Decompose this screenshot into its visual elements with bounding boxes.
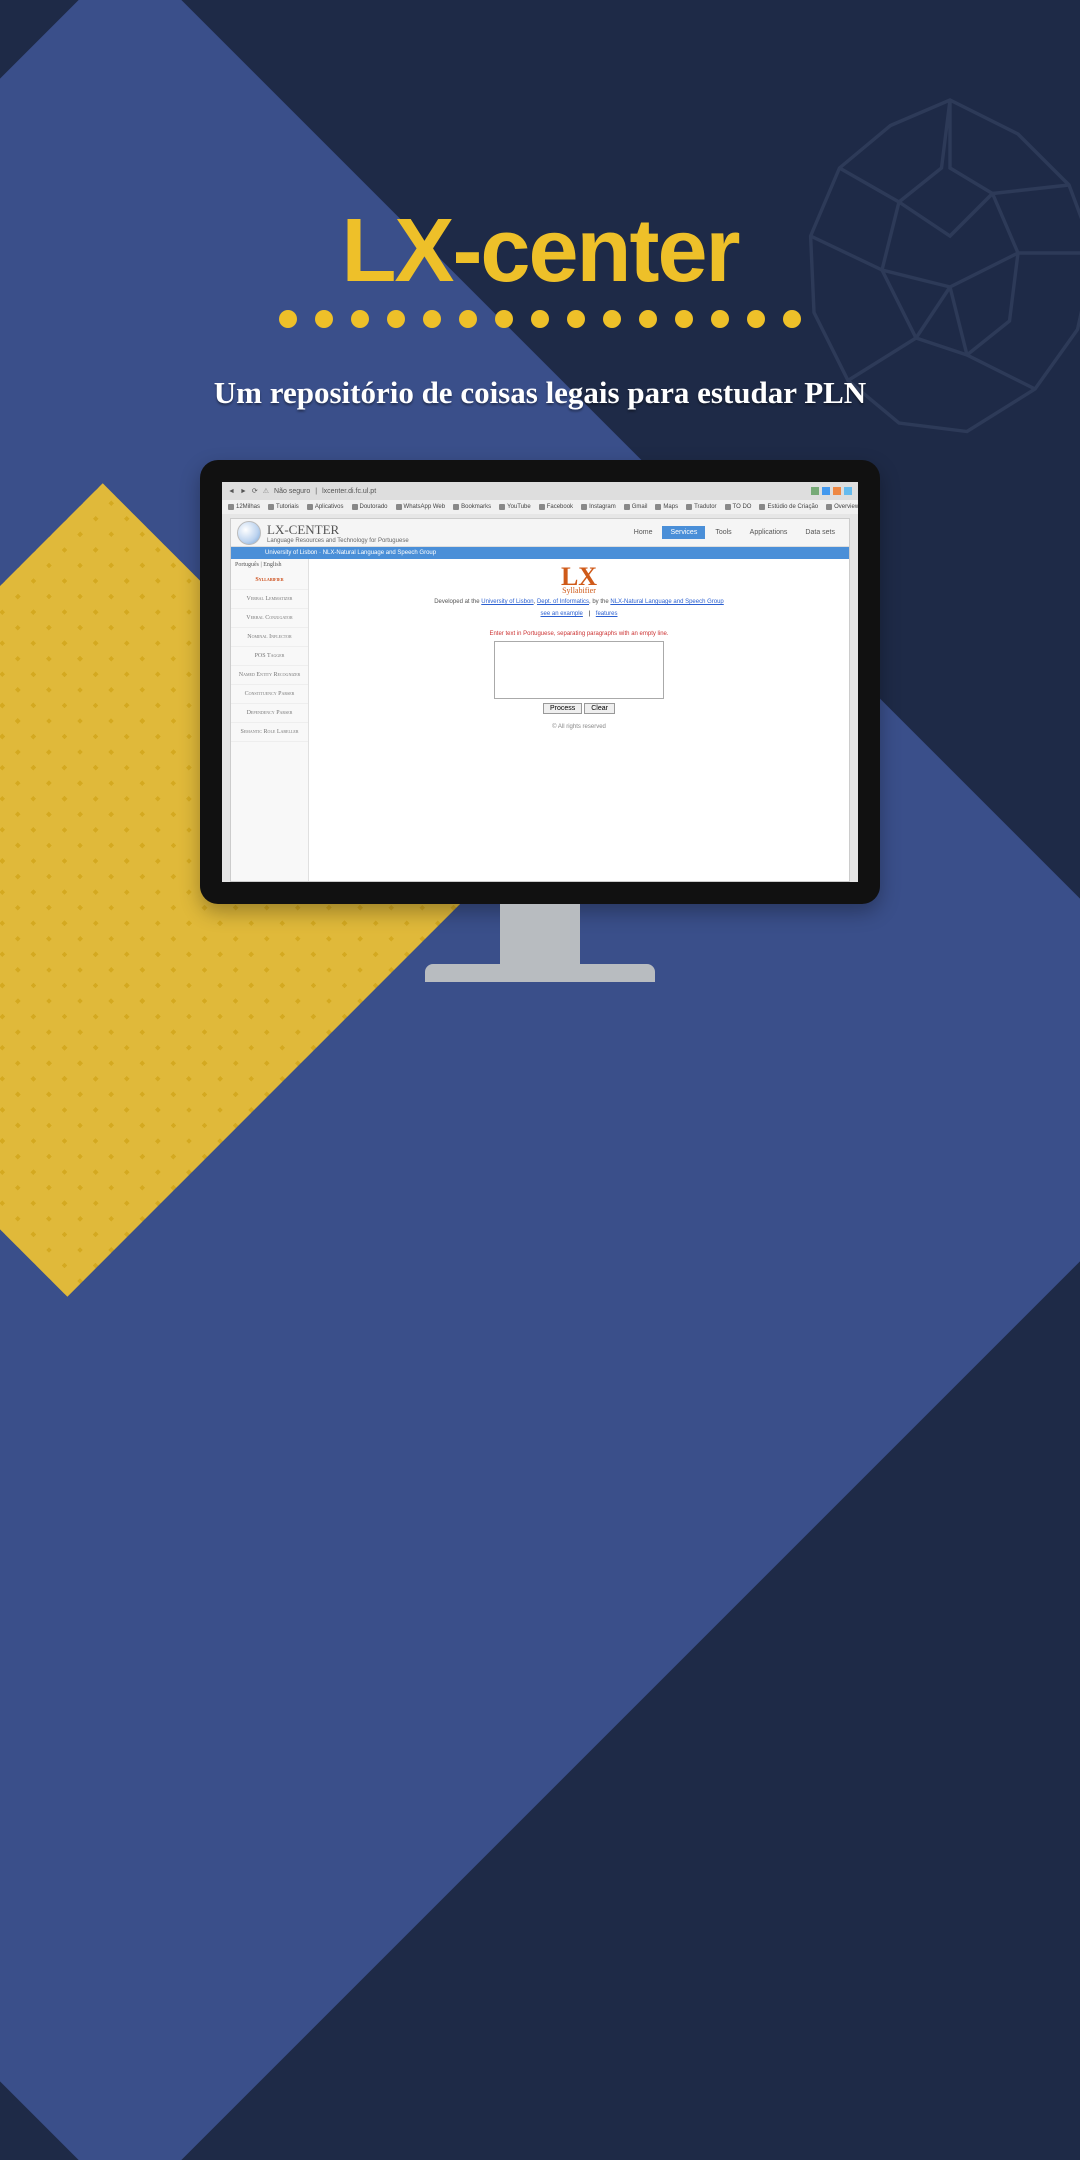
sidebar: Português | English SyllabifierVerbal Le… (231, 559, 309, 881)
monitor-stand (500, 904, 580, 964)
browser-address-bar: ◄ ► ⟳ ⚠ Não seguro | lxcenter.di.fc.ul.p… (222, 482, 858, 500)
bookmark-item[interactable]: Tutoriais (268, 504, 299, 510)
sidebar-item-named-entity-recognizer[interactable]: Named Entity Recognizer (231, 666, 308, 685)
site-subtitle: Language Resources and Technology for Po… (267, 538, 626, 544)
bookmark-item[interactable]: Estúdio de Criação (759, 504, 818, 510)
bookmark-item[interactable]: Doutorado (352, 504, 388, 510)
security-warning-icon: ⚠ (263, 487, 269, 495)
monitor-mockup: ◄ ► ⟳ ⚠ Não seguro | lxcenter.di.fc.ul.p… (200, 460, 880, 982)
nav-fwd-icon[interactable]: ► (240, 488, 247, 495)
main-content: LX Syllabifier Developed at the Universi… (309, 559, 849, 881)
tool-instruction: Enter text in Portuguese, separating par… (319, 631, 839, 637)
credit-line: Developed at the University of Lisbon, D… (319, 599, 839, 605)
clear-button[interactable]: Clear (584, 703, 615, 714)
bookmark-item[interactable]: Bookmarks (453, 504, 491, 510)
nav-home[interactable]: Home (626, 526, 661, 539)
bookmark-item[interactable]: Instagram (581, 504, 616, 510)
sidebar-item-pos-tagger[interactable]: POS Tagger (231, 647, 308, 666)
bookmark-item[interactable]: WhatsApp Web (396, 504, 446, 510)
sidebar-item-constituency-parser[interactable]: Constituency Parser (231, 685, 308, 704)
nav-tools[interactable]: Tools (707, 526, 739, 539)
example-link[interactable]: see an example (541, 611, 583, 617)
extension-icons (811, 487, 852, 495)
credit-group-link[interactable]: NLX-Natural Language and Speech Group (610, 599, 723, 605)
bookmark-item[interactable]: Tradutor (686, 504, 716, 510)
sidebar-item-verbal-conjugator[interactable]: Verbal Conjugator (231, 609, 308, 628)
site-title: LX-CENTER (267, 522, 626, 538)
credit-dept-link[interactable]: Dept. of Informatics (537, 599, 589, 605)
bookmark-item[interactable]: Maps (655, 504, 678, 510)
bookmark-item[interactable]: TO DO (725, 504, 752, 510)
url-text[interactable]: lxcenter.di.fc.ul.pt (322, 488, 806, 495)
bookmark-item[interactable]: Aplicativos (307, 504, 344, 510)
site-blue-band: University of Lisbon · NLX-Natural Langu… (231, 547, 849, 559)
tool-links: see an example | features (319, 611, 839, 617)
features-link[interactable]: features (596, 611, 618, 617)
bookmark-item[interactable]: YouTube (499, 504, 531, 510)
nav-applications[interactable]: Applications (742, 526, 796, 539)
tool-logo-main: LX (319, 567, 839, 588)
security-label: Não seguro (274, 488, 310, 495)
sidebar-item-semantic-role-labeller[interactable]: Semantic Role Labeller (231, 723, 308, 742)
bookmark-item[interactable]: 12Milhas (228, 504, 260, 510)
sidebar-item-nominal-inflector[interactable]: Nominal Inflector (231, 628, 308, 647)
sidebar-item-syllabifier[interactable]: Syllabifier (231, 571, 308, 590)
lang-switch[interactable]: Português | English (231, 559, 308, 571)
site-logo-icon (237, 521, 261, 545)
tool-logo-sub: Syllabifier (319, 586, 839, 595)
nav-services[interactable]: Services (662, 526, 705, 539)
copyright-text: © All rights reserved (319, 724, 839, 730)
text-input[interactable] (494, 641, 664, 699)
bookmark-item[interactable]: Overview (826, 504, 858, 510)
sidebar-item-dependency-parser[interactable]: Dependency Parser (231, 704, 308, 723)
reload-icon[interactable]: ⟳ (252, 487, 258, 495)
monitor-base (425, 964, 655, 982)
promo-dots (0, 310, 1080, 333)
promo-subtitle: Um repositório de coisas legais para est… (0, 375, 1080, 411)
site-header: LX-CENTER Language Resources and Technol… (231, 519, 849, 547)
bookmark-item[interactable]: Gmail (624, 504, 648, 510)
bookmark-item[interactable]: Facebook (539, 504, 573, 510)
site-nav: HomeServicesToolsApplicationsData sets (626, 526, 849, 539)
credit-university-link[interactable]: University of Lisbon (481, 599, 533, 605)
bookmarks-bar: 12Milhas Tutoriais Aplicativos Doutorado Wha… (222, 500, 858, 514)
sidebar-item-verbal-lemmatizer[interactable]: Verbal Lemmatizer (231, 590, 308, 609)
promo-title: LX-center (0, 200, 1080, 303)
process-button[interactable]: Process (543, 703, 582, 714)
nav-data-sets[interactable]: Data sets (797, 526, 843, 539)
nav-back-icon[interactable]: ◄ (228, 488, 235, 495)
